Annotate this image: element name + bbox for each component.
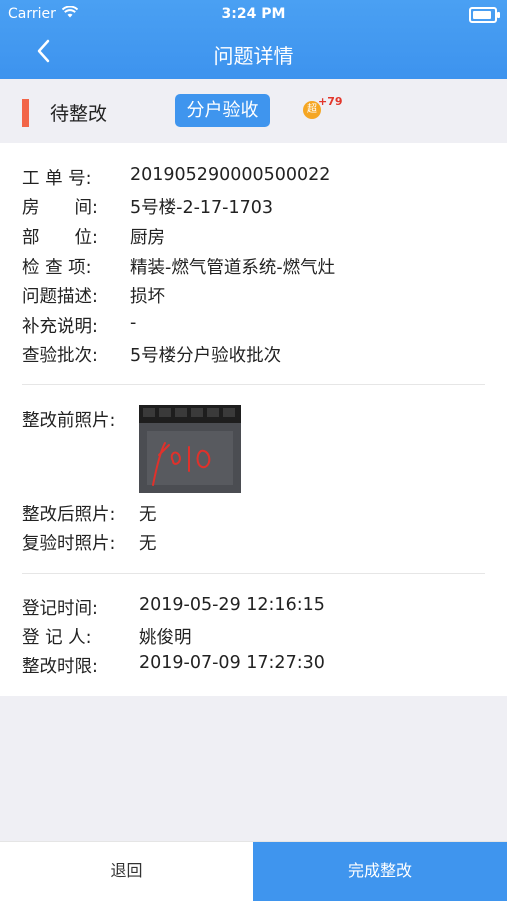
photo-after-value: 无 bbox=[139, 505, 157, 525]
battery-icon bbox=[469, 7, 500, 23]
photo-before-label: 整改前照片: bbox=[22, 411, 116, 431]
record-value: 2019-07-09 17:27:30 bbox=[139, 653, 325, 673]
status-time: 3:24 PM bbox=[221, 6, 286, 22]
status-bar: Carrier 3:24 PM bbox=[0, 0, 507, 28]
status-text: 待整改 bbox=[50, 103, 108, 125]
record-value: 姚俊明 bbox=[139, 628, 192, 648]
status-indicator bbox=[22, 99, 29, 127]
detail-value: 厨房 bbox=[130, 228, 165, 248]
detail-value: 5号楼-2-17-1703 bbox=[130, 198, 274, 218]
detail-value: 201905290000500022 bbox=[130, 165, 331, 185]
detail-label: 查验批次: bbox=[22, 346, 98, 366]
bottom-bar: 退回 完成整改 bbox=[0, 841, 507, 901]
status-row: 待整改 分户验收 超 +79 bbox=[0, 79, 507, 143]
detail-label: 房 间: bbox=[22, 198, 98, 218]
photo-after-label: 整改后照片: bbox=[22, 505, 116, 525]
complete-rectification-button[interactable]: 完成整改 bbox=[253, 842, 507, 901]
detail-label: 补充说明: bbox=[22, 317, 98, 337]
detail-value: 损坏 bbox=[130, 287, 165, 307]
record-label: 登记时间: bbox=[22, 599, 98, 619]
nav-bar: 问题详情 bbox=[0, 28, 507, 79]
detail-label: 检 查 项: bbox=[22, 258, 92, 278]
detail-value: 精装-燃气管道系统-燃气灶 bbox=[130, 258, 336, 278]
detail-value: - bbox=[130, 313, 137, 333]
detail-card: 工 单 号: 201905290000500022 房 间: 5号楼-2-17-… bbox=[0, 143, 507, 696]
detail-label: 问题描述: bbox=[22, 287, 98, 307]
page-title: 问题详情 bbox=[213, 44, 294, 68]
detail-label: 工 单 号: bbox=[22, 169, 92, 189]
divider bbox=[22, 384, 485, 385]
before-photo[interactable] bbox=[139, 405, 241, 493]
return-button[interactable]: 退回 bbox=[0, 842, 253, 901]
photo-recheck-label: 复验时照片: bbox=[22, 534, 116, 554]
divider bbox=[22, 573, 485, 574]
detail-value: 5号楼分户验收批次 bbox=[130, 346, 282, 366]
record-label: 登 记 人: bbox=[22, 628, 92, 648]
header: Carrier 3:24 PM 问题详情 bbox=[0, 0, 507, 79]
badge-count: +79 bbox=[318, 95, 343, 108]
record-label: 整改时限: bbox=[22, 657, 98, 677]
acceptance-tag[interactable]: 分户验收 bbox=[175, 94, 270, 127]
photo-recheck-value: 无 bbox=[139, 534, 157, 554]
record-value: 2019-05-29 12:16:15 bbox=[139, 595, 325, 615]
detail-label: 部 位: bbox=[22, 228, 98, 248]
